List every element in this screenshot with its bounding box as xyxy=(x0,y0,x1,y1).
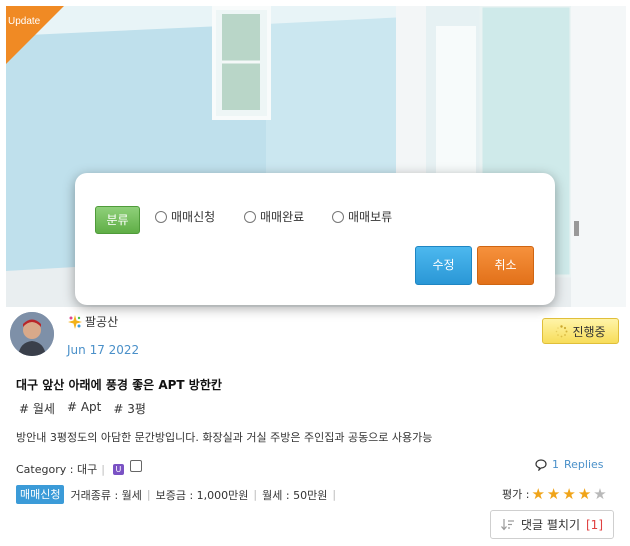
trade-type: 거래종류 : 월세 xyxy=(70,488,142,502)
rating: 평가 : ★ ★ ★ ★ ★ xyxy=(502,486,607,502)
trade-info-row: 매매신청 거래종류 : 월세 | 보증금 : 1,000만원 | 월세 : 50… xyxy=(16,485,341,504)
star-icon[interactable]: ★ xyxy=(562,486,575,502)
star-icon[interactable]: ★ xyxy=(547,486,560,502)
status-button[interactable]: 진행중 xyxy=(542,318,619,344)
update-ribbon: Update xyxy=(6,6,64,64)
tag-list: # 월세 # Apt # 3평 xyxy=(19,400,146,417)
divider: | xyxy=(332,488,337,501)
monthly-rent: 월세 : 50만원 xyxy=(262,488,328,502)
avatar[interactable] xyxy=(10,312,54,356)
rating-label: 평가 : xyxy=(502,488,530,501)
expand-comments-label: 댓글 펼치기 xyxy=(520,518,580,532)
post-date: Jun 17 2022 xyxy=(67,343,140,357)
spinner-icon xyxy=(556,324,568,337)
tag[interactable]: # Apt xyxy=(67,400,101,417)
category-text: Category : 대구 xyxy=(16,463,98,476)
author[interactable]: 팔공산 xyxy=(68,313,118,330)
category-button[interactable]: 분류 xyxy=(95,206,140,234)
tag[interactable]: # 3평 xyxy=(113,400,146,417)
replies-count: 1 xyxy=(552,458,559,471)
star-icon[interactable]: ★ xyxy=(531,486,544,502)
star-half-icon[interactable]: ★ xyxy=(593,486,606,502)
radio-sale-hold[interactable]: 매매보류 xyxy=(332,208,392,225)
radio-label: 매매신청 xyxy=(171,210,216,224)
u-badge-icon: U xyxy=(112,463,124,475)
divider: | xyxy=(101,462,105,476)
post-title[interactable]: 대구 앞산 아래에 풍경 좋은 APT 방한칸 xyxy=(16,376,222,393)
star-icon[interactable]: ★ xyxy=(578,486,591,502)
radio-sale-complete[interactable]: 매매완료 xyxy=(244,208,304,225)
author-name[interactable]: 팔공산 xyxy=(85,313,118,330)
radio-circle-icon[interactable] xyxy=(332,210,344,223)
radio-label: 매매완료 xyxy=(260,210,305,224)
replies-link[interactable]: 1 Replies xyxy=(535,458,604,471)
category-row: Category : 대구 | U xyxy=(16,460,142,477)
update-ribbon-label: Update xyxy=(8,16,41,27)
edit-button[interactable]: 수정 xyxy=(415,246,472,285)
expand-comments-button[interactable]: 댓글 펼치기 [1] xyxy=(490,510,614,539)
radio-circle-icon[interactable] xyxy=(155,210,167,223)
deposit: 보증금 : 1,000만원 xyxy=(155,488,249,502)
radio-sale-request[interactable]: 매매신청 xyxy=(155,208,215,225)
speech-bubble-icon xyxy=(535,458,547,471)
replies-label: Replies xyxy=(564,458,604,471)
divider: | xyxy=(146,488,151,501)
comment-count: [1] xyxy=(586,517,603,532)
tag[interactable]: # 월세 xyxy=(19,400,55,417)
status-change-modal: 분류 매매신청 매매완료 매매보류 수정 취소 xyxy=(75,173,555,305)
post-description: 방안내 3평정도의 아담한 문간방입니다. 화장실과 거실 주방은 주인집과 공… xyxy=(16,431,433,444)
trade-status-badge: 매매신청 xyxy=(16,485,65,504)
divider: | xyxy=(253,488,258,501)
sparkle-icon xyxy=(68,314,82,329)
cancel-button[interactable]: 취소 xyxy=(477,246,534,285)
status-label: 진행중 xyxy=(572,324,606,339)
select-checkbox[interactable] xyxy=(129,460,142,472)
radio-circle-icon[interactable] xyxy=(244,210,256,223)
sort-down-icon xyxy=(501,518,514,530)
radio-label: 매매보류 xyxy=(348,210,393,224)
